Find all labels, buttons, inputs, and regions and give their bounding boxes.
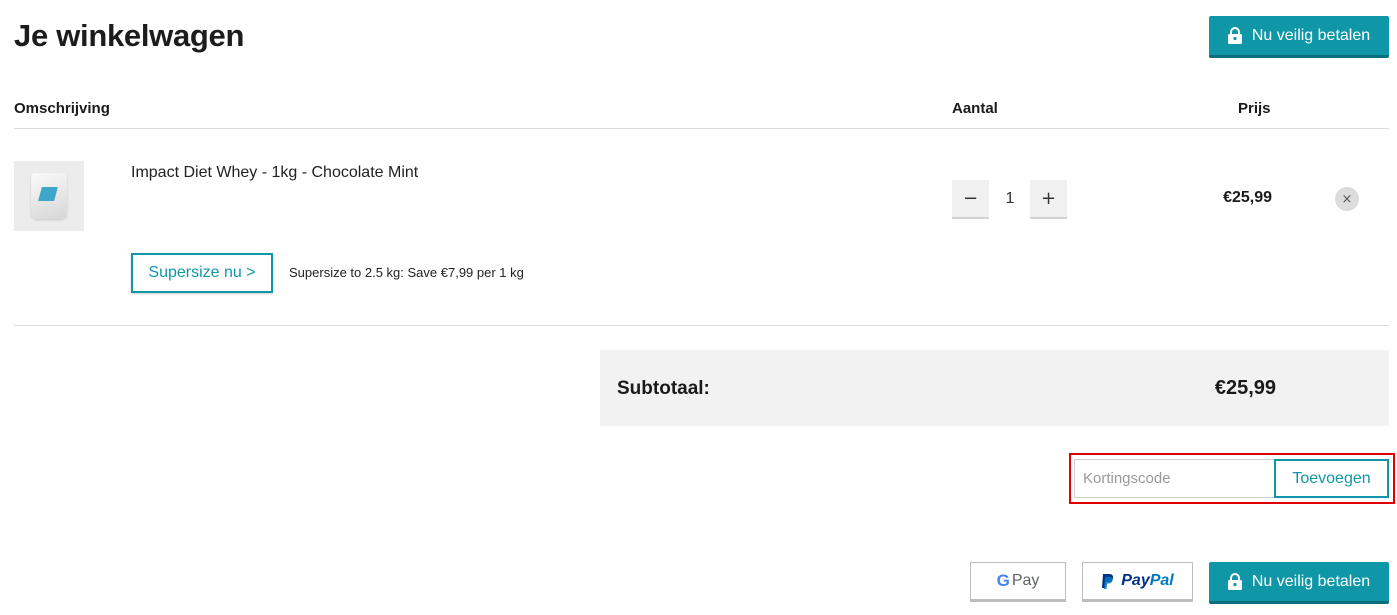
supersize-button[interactable]: Supersize nu > [131, 253, 273, 293]
google-pay-label: Pay [1011, 572, 1040, 589]
checkout-button-bottom[interactable]: Nu veilig betalen [1209, 562, 1389, 604]
checkout-label: Nu veilig betalen [1251, 572, 1371, 590]
product-bag-image [31, 173, 67, 219]
quantity-increase-button[interactable]: + [1030, 180, 1067, 219]
remove-item-button[interactable]: × [1335, 187, 1359, 211]
product-image[interactable] [14, 161, 84, 231]
table-header: Omschrijving Aantal Prijs [14, 92, 1389, 129]
page-title: Je winkelwagen [14, 18, 245, 53]
subtotal-value: €25,99 [1214, 377, 1276, 399]
paypal-pal-text: Pal [1149, 572, 1174, 589]
item-price: €25,99 [1223, 189, 1272, 206]
checkout-button-top[interactable]: Nu veilig betalen [1209, 16, 1389, 58]
paypal-button[interactable]: PayPal [1082, 562, 1193, 602]
divider [14, 325, 1389, 326]
quantity-decrease-button[interactable]: − [952, 180, 989, 219]
product-name-link[interactable]: Impact Diet Whey - 1kg - Chocolate Mint [131, 164, 418, 182]
paypal-pay-text: Pay [1121, 572, 1150, 589]
lock-icon [1227, 27, 1242, 44]
coupon-code-input[interactable] [1074, 459, 1275, 498]
google-pay-button[interactable]: G Pay [970, 562, 1066, 602]
subtotal-panel: Subtotaal: €25,99 [600, 350, 1389, 426]
lock-icon [1227, 573, 1242, 590]
column-header-price: Prijs [1238, 100, 1271, 117]
column-header-quantity: Aantal [952, 100, 998, 117]
column-header-description: Omschrijving [14, 100, 110, 117]
quantity-input[interactable] [990, 180, 1030, 217]
supersize-offer-text: Supersize to 2.5 kg: Save €7,99 per 1 kg [289, 265, 524, 280]
apply-coupon-button[interactable]: Toevoegen [1274, 459, 1389, 498]
checkout-label: Nu veilig betalen [1251, 26, 1371, 44]
subtotal-label: Subtotaal: [617, 378, 710, 399]
google-g-icon: G [996, 571, 1010, 590]
paypal-icon [1102, 573, 1114, 589]
